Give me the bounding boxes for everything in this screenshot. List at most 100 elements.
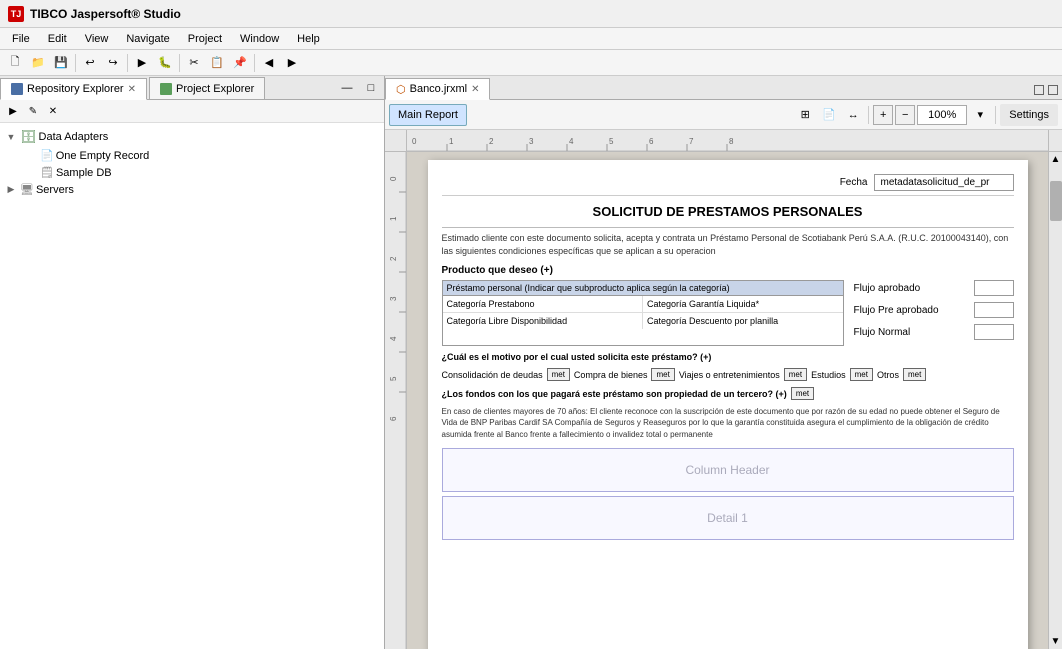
proj-explorer-label: Project Explorer: [176, 83, 254, 95]
panel-action-btn-3[interactable]: ✕: [44, 102, 62, 120]
scrollbar-thumb[interactable]: [1050, 181, 1062, 221]
fecha-field: metadatasolicitud_de_pr: [874, 174, 1014, 191]
editor-tab-close[interactable]: ✕: [471, 84, 479, 95]
panel-minimize-btn[interactable]: —: [336, 77, 358, 99]
zoom-page-btn[interactable]: 📄: [818, 104, 840, 126]
svg-text:3: 3: [529, 137, 534, 146]
option1-label: Consolidación de deudas: [442, 370, 543, 380]
toolbar-undo[interactable]: ↩: [79, 52, 101, 74]
zoom-fit-btn[interactable]: ⊞: [794, 104, 816, 126]
toolbar-nav-back[interactable]: ◀: [258, 52, 280, 74]
file-icon-2: 🗒: [40, 166, 54, 179]
product-left-table: Préstamo personal (Indicar que subproduc…: [442, 280, 844, 346]
report-body-text: Estimado cliente con este documento soli…: [442, 227, 1014, 257]
editor-minimize-btn[interactable]: [1034, 85, 1044, 95]
option2-check: met: [651, 368, 674, 381]
tree-item-one-empty-record[interactable]: 📄 One Empty Record: [0, 147, 384, 164]
zoom-in-btn[interactable]: +: [873, 105, 893, 125]
flujo-item-1: Flujo aprobado: [854, 280, 1014, 296]
tab-repository-explorer[interactable]: Repository Explorer ✕: [0, 78, 147, 100]
flujo-item-2: Flujo Pre aprobado: [854, 302, 1014, 318]
report-canvas[interactable]: Fecha metadatasolicitud_de_pr SOLICITUD …: [407, 152, 1048, 649]
app-title: TIBCO Jaspersoft® Studio: [30, 7, 181, 21]
toolbar-open[interactable]: 📁: [27, 52, 49, 74]
product-row-1: Categoría Prestabono Categoría Garantía …: [443, 296, 843, 313]
menu-navigate[interactable]: Navigate: [118, 31, 177, 47]
detail-band: Detail 1: [442, 496, 1014, 540]
file-tree: ▼ 🗄 Data Adapters 📄 One Empty Record 🗒 S…: [0, 123, 384, 649]
repo-tab-close[interactable]: ✕: [128, 84, 136, 95]
toolbar-cut[interactable]: ✂: [183, 52, 205, 74]
settings-sep: [995, 106, 996, 124]
panel-tabs: Repository Explorer ✕ Project Explorer —…: [0, 76, 384, 100]
panel-action-btn-1[interactable]: ▶: [4, 102, 22, 120]
product-cell-1-2: Categoría Garantía Liquida*: [643, 296, 843, 312]
tab-project-explorer[interactable]: Project Explorer: [149, 77, 265, 99]
menu-help[interactable]: Help: [289, 31, 328, 47]
toolbar-sep-1: [75, 54, 76, 72]
flujo-label-1: Flujo aprobado: [854, 283, 968, 294]
repo-explorer-icon: [11, 83, 23, 95]
tree-label-servers: Servers: [36, 184, 74, 196]
product-row-2: Categoría Libre Disponibilidad Categoría…: [443, 313, 843, 329]
zoom-width-btn[interactable]: ↔: [842, 104, 864, 126]
panel-mini-toolbar: ▶ ✎ ✕: [0, 100, 384, 123]
svg-text:6: 6: [389, 416, 398, 421]
scroll-up-btn[interactable]: ▲: [1049, 152, 1062, 167]
expand-icon-data-adapters[interactable]: ▼: [4, 132, 18, 142]
svg-text:4: 4: [569, 137, 574, 146]
toolbar-copy[interactable]: 📋: [206, 52, 228, 74]
zoom-level-input[interactable]: 100%: [917, 105, 967, 125]
menu-view[interactable]: View: [77, 31, 117, 47]
main-report-btn[interactable]: Main Report: [389, 104, 467, 126]
toolbar-redo[interactable]: ↪: [102, 52, 124, 74]
tree-item-data-adapters[interactable]: ▼ 🗄 Data Adapters: [0, 127, 384, 147]
settings-btn[interactable]: Settings: [1000, 104, 1058, 126]
tab-banco-jrxml[interactable]: ⬡ Banco.jrxml ✕: [385, 78, 490, 100]
canvas-row: 0 1 2 3 4 5 6: [385, 152, 1062, 649]
toolbar-nav-fwd[interactable]: ▶: [281, 52, 303, 74]
menu-bar: File Edit View Navigate Project Window H…: [0, 28, 1062, 50]
toolbar-new[interactable]: 🗋: [4, 52, 26, 74]
question1-text: ¿Cuál es el motivo por el cual usted sol…: [442, 352, 712, 362]
toolbar-paste[interactable]: 📌: [229, 52, 251, 74]
menu-window[interactable]: Window: [232, 31, 287, 47]
jrxml-icon: ⬡: [396, 83, 406, 96]
column-header-band: Column Header: [442, 448, 1014, 492]
server-icon: 🖥: [20, 183, 34, 196]
ruler-corner: [385, 130, 407, 152]
editor-tab-label: Banco.jrxml: [410, 83, 467, 95]
svg-text:2: 2: [489, 137, 494, 146]
option4-label: Estudios: [811, 370, 846, 380]
flujo-box-1: [974, 280, 1014, 296]
panel-action-btn-2[interactable]: ✎: [24, 102, 42, 120]
panel-maximize-btn[interactable]: □: [360, 77, 382, 99]
vertical-scrollbar[interactable]: ▲ ▼: [1048, 152, 1062, 649]
toolbar-save[interactable]: 💾: [50, 52, 72, 74]
svg-text:6: 6: [649, 137, 654, 146]
svg-text:0: 0: [389, 176, 398, 181]
question2-check: met: [791, 387, 814, 400]
menu-file[interactable]: File: [4, 31, 38, 47]
options1-row: Consolidación de deudas met Compra de bi…: [442, 368, 1014, 381]
proj-explorer-icon: [160, 83, 172, 95]
right-panel: ⬡ Banco.jrxml ✕ Main Report ⊞ 📄 ↔ + − 10…: [385, 76, 1062, 649]
tree-item-servers[interactable]: ▶ 🖥 Servers: [0, 181, 384, 198]
toolbar-run[interactable]: ▶: [131, 52, 153, 74]
zoom-out-btn[interactable]: −: [895, 105, 915, 125]
editor-maximize-btn[interactable]: [1048, 85, 1058, 95]
product-cell-2-2: Categoría Descuento por planilla: [643, 313, 843, 329]
svg-text:2: 2: [389, 256, 398, 261]
question2-row: ¿Los fondos con los que pagará este prés…: [442, 387, 1014, 400]
zoom-dropdown-btn[interactable]: ▾: [969, 104, 991, 126]
tree-label-sample-db: Sample DB: [56, 167, 112, 179]
svg-text:8: 8: [729, 137, 734, 146]
report-content: Fecha metadatasolicitud_de_pr SOLICITUD …: [428, 160, 1028, 550]
product-grid: Préstamo personal (Indicar que subproduc…: [442, 280, 1014, 346]
tree-item-sample-db[interactable]: 🗒 Sample DB: [0, 164, 384, 181]
expand-icon-servers[interactable]: ▶: [4, 184, 18, 195]
toolbar-debug[interactable]: 🐛: [154, 52, 176, 74]
scroll-down-btn[interactable]: ▼: [1049, 634, 1062, 649]
menu-edit[interactable]: Edit: [40, 31, 75, 47]
menu-project[interactable]: Project: [180, 31, 230, 47]
